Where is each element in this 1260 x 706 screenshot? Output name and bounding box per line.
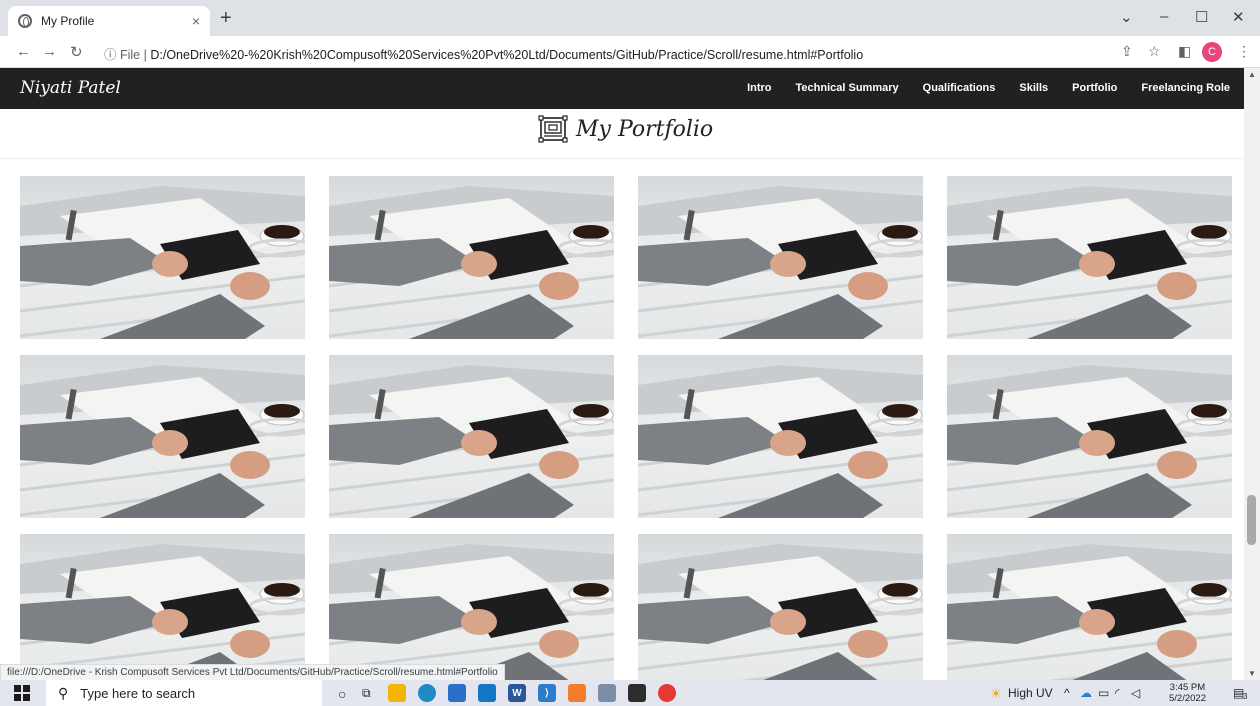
close-tab-icon[interactable]: × [192, 13, 200, 29]
close-window-icon[interactable]: ✕ [1232, 8, 1245, 26]
scroll-up-icon[interactable]: ▲ [1248, 70, 1256, 79]
clock-time: 3:45 PM [1169, 682, 1206, 693]
browser-tab[interactable]: My Profile × [8, 6, 210, 36]
chrome-icon[interactable] [658, 684, 676, 702]
portfolio-image[interactable] [329, 534, 614, 680]
address-bar[interactable]: ⓘ File | D:/OneDrive%20-%20Krish%20Compu… [104, 44, 863, 63]
new-tab-button[interactable]: + [220, 8, 232, 28]
menu-dots-icon[interactable]: ⋮ [1237, 43, 1251, 60]
portfolio-image[interactable] [20, 534, 305, 680]
cortana-icon[interactable]: ○ [338, 686, 346, 702]
profile-avatar[interactable]: C [1202, 42, 1222, 62]
battery-icon[interactable]: ▭ [1098, 686, 1109, 700]
tray-chevron-icon[interactable]: ^ [1064, 686, 1070, 700]
scrollbar-thumb[interactable] [1247, 495, 1256, 545]
site-brand[interactable]: Niyati Patel [20, 78, 121, 98]
taskbar-search-placeholder: Type here to search [80, 685, 196, 701]
taskbar-search[interactable]: ⚲ Type here to search [46, 680, 322, 706]
link-status-bubble: file:///D:/OneDrive - Krish Compusoft Se… [0, 664, 505, 681]
bookmark-star-icon[interactable]: ☆ [1148, 43, 1161, 60]
tab-title: My Profile [41, 14, 95, 28]
portfolio-image[interactable] [947, 176, 1232, 339]
nav-link-freelancing-role[interactable]: Freelancing Role [1141, 82, 1230, 94]
word-icon[interactable]: W [508, 684, 526, 702]
terminal-icon[interactable] [628, 684, 646, 702]
mail-icon[interactable] [478, 684, 496, 702]
portfolio-header: My Portfolio [0, 109, 1244, 159]
vscode-icon[interactable]: ⟩ [538, 684, 556, 702]
forward-icon[interactable]: → [42, 43, 57, 60]
maximize-icon[interactable]: ☐ [1195, 8, 1208, 26]
weather-icon[interactable]: ☀ [990, 686, 1002, 702]
portfolio-frame-icon [538, 115, 568, 143]
portfolio-image[interactable] [638, 534, 923, 680]
portfolio-image[interactable] [329, 176, 614, 339]
section-title: My Portfolio [538, 115, 713, 143]
share-icon[interactable]: ⇪ [1121, 43, 1133, 60]
nav-link-intro[interactable]: Intro [747, 82, 771, 94]
page-viewport: Niyati Patel Intro Technical Summary Qua… [0, 68, 1244, 680]
browser-tab-strip: My Profile × + ⌄ – ☐ ✕ [0, 0, 1260, 36]
edge-icon[interactable] [418, 684, 436, 702]
section-title-text: My Portfolio [576, 116, 714, 142]
windows-start-icon[interactable] [14, 685, 30, 701]
nav-link-technical-summary[interactable]: Technical Summary [796, 82, 899, 94]
info-icon[interactable]: ⓘ [104, 48, 120, 62]
scroll-down-icon[interactable]: ▼ [1248, 669, 1256, 678]
paint-icon[interactable] [598, 684, 616, 702]
side-panel-icon[interactable]: ◧ [1178, 43, 1191, 60]
minimize-icon[interactable]: – [1160, 8, 1168, 25]
xampp-icon[interactable] [568, 684, 586, 702]
windows-taskbar: ⚲ Type here to search ○ ⧉ W ⟩ ☀ High UV … [0, 680, 1260, 706]
nav-link-skills[interactable]: Skills [1019, 82, 1048, 94]
clock-date: 5/2/2022 [1169, 693, 1206, 704]
notification-count: 3 [1243, 692, 1248, 701]
file-explorer-icon[interactable] [388, 684, 406, 702]
reload-icon[interactable]: ↻ [70, 43, 83, 61]
portfolio-image[interactable] [20, 355, 305, 518]
back-icon[interactable]: ← [16, 43, 31, 60]
portfolio-image[interactable] [329, 355, 614, 518]
portfolio-image[interactable] [638, 355, 923, 518]
nav-link-qualifications[interactable]: Qualifications [923, 82, 996, 94]
onedrive-icon[interactable]: ☁ [1080, 686, 1092, 700]
nav-link-portfolio[interactable]: Portfolio [1072, 82, 1117, 94]
site-menu: Intro Technical Summary Qualifications S… [747, 82, 1230, 94]
globe-icon [18, 14, 32, 28]
store-icon[interactable] [448, 684, 466, 702]
tab-search-icon[interactable]: ⌄ [1120, 8, 1133, 26]
browser-toolbar: ← → ↻ ⓘ File | D:/OneDrive%20-%20Krish%2… [0, 36, 1260, 68]
task-view-icon[interactable]: ⧉ [362, 686, 371, 701]
site-navbar: Niyati Patel Intro Technical Summary Qua… [0, 68, 1244, 109]
url-scheme: File [119, 48, 141, 62]
portfolio-image[interactable] [947, 534, 1232, 680]
volume-icon[interactable]: ◁ [1131, 686, 1140, 700]
url-text: D:/OneDrive%20-%20Krish%20Compusoft%20Se… [150, 48, 864, 62]
portfolio-image[interactable] [20, 176, 305, 339]
page-scrollbar[interactable]: ▲ ▼ [1244, 68, 1260, 680]
wifi-icon[interactable]: ◜ [1115, 686, 1120, 700]
portfolio-image[interactable] [638, 176, 923, 339]
portfolio-image[interactable] [947, 355, 1232, 518]
taskbar-clock[interactable]: 3:45 PM 5/2/2022 [1169, 682, 1206, 704]
search-icon: ⚲ [58, 684, 69, 701]
weather-text[interactable]: High UV [1008, 686, 1053, 700]
